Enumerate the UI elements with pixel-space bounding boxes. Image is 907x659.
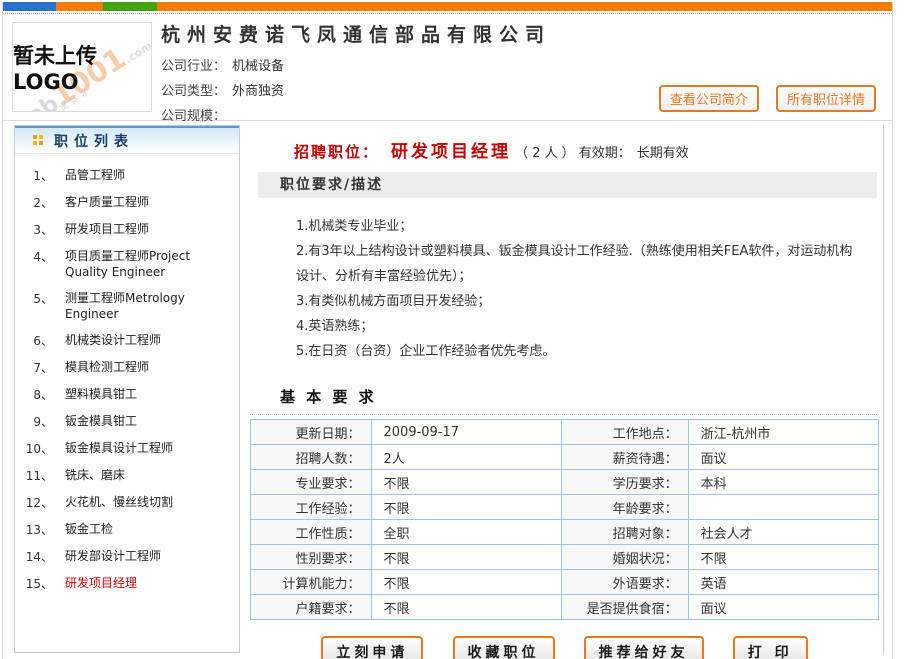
table-row: 招聘人数：2人 薪资待遇：面议 (251, 445, 879, 470)
job-link[interactable]: 钣金模具设计工程师 (65, 440, 173, 457)
orange-grid-icon (33, 135, 44, 146)
requirement-line: 2.有3年以上结构设计或塑料模具、钣金模具设计工作经验.（熟练使用相关FEA软件… (296, 239, 861, 289)
page-container: job1001.com 一览英才 暂未上传LOGO 杭州安费诺飞凤通信部品有限公… (2, 2, 893, 659)
job-link[interactable]: 研发项目工程师 (65, 221, 149, 238)
job-list-item-2: 2、客户质量工程师 (25, 194, 233, 211)
validity-value: 长期有效 (637, 146, 689, 161)
table-row: 专业要求：不限 学历要求：本科 (251, 470, 879, 495)
job-link[interactable]: 项目质量工程师Project Quality Engineer (65, 248, 233, 280)
requirements-list: 1.机械类专业毕业； 2.有3年以上结构设计或塑料模具、钣金模具设计工作经验.（… (296, 214, 861, 364)
view-company-profile-button[interactable]: 查看公司简介 (659, 85, 759, 112)
job-link[interactable]: 火花机、慢丝线切割 (65, 494, 173, 511)
job-link[interactable]: 钣金模具钳工 (65, 413, 137, 430)
accent-segment-orange-long (157, 2, 892, 11)
job-list-item-6: 6、机械类设计工程师 (25, 332, 233, 349)
accent-segment-blue (3, 2, 56, 11)
table-row: 计算机能力：不限 外语要求：英语 (251, 570, 879, 595)
print-button[interactable]: 打 印 (733, 636, 808, 659)
validity-label: 有效期： (579, 146, 631, 161)
job-list-item-7: 7、模具检测工程师 (25, 359, 233, 376)
accent-segment-green (103, 2, 157, 11)
requirement-line: 3.有类似机械方面项目开发经验； (296, 289, 861, 314)
requirement-line: 4.英语熟练； (296, 314, 861, 339)
company-industry-label: 公司行业： (161, 59, 226, 74)
company-size-label: 公司规模： (161, 109, 226, 124)
job-link[interactable]: 客户质量工程师 (65, 194, 149, 211)
job-title-row: 招聘职位： 研发项目经理 （ 2 人 ） 有效期： 长期有效 (294, 137, 879, 162)
requirement-line: 5.在日资（台资）企业工作经验者优先考虑。 (296, 339, 861, 364)
job-list-item-1: 1、品管工程师 (25, 167, 233, 184)
job-list-item-4: 4、项目质量工程师Project Quality Engineer (25, 248, 233, 280)
job-link[interactable]: 测量工程师Metrology Engineer (65, 290, 233, 322)
job-detail-panel: 招聘职位： 研发项目经理 （ 2 人 ） 有效期： 长期有效 职位要求/描述 1.机械类… (248, 125, 884, 655)
headcount: （ 2 人 ） (515, 146, 575, 161)
job-link[interactable]: 机械类设计工程师 (65, 332, 161, 349)
no-logo-text: 暂未上传LOGO (13, 40, 151, 94)
dotted-divider-basic (250, 412, 877, 415)
job-list: 1、品管工程师 2、客户质量工程师 3、研发项目工程师 4、项目质量工程师Pro… (15, 154, 239, 592)
action-buttons-row: 立刻申请 收藏职位 推荐给好友 打 印 (250, 636, 879, 659)
table-row: 更新日期：2009-09-17 工作地点：浙江-杭州市 (251, 420, 879, 445)
company-type-label: 公司类型： (161, 84, 226, 99)
basic-requirements-title: 基 本 要 求 (280, 386, 879, 407)
job-list-item-5: 5、测量工程师Metrology Engineer (25, 290, 233, 322)
recommend-friend-button[interactable]: 推荐给好友 (584, 636, 704, 659)
all-positions-detail-button[interactable]: 所有职位详情 (776, 85, 876, 112)
job-list-item-12: 12、火花机、慢丝线切割 (25, 494, 233, 511)
company-header: job1001.com 一览英才 暂未上传LOGO 杭州安费诺飞凤通信部品有限公… (3, 14, 892, 121)
job-list-item-3: 3、研发项目工程师 (25, 221, 233, 238)
job-list-item-11: 11、铣床、磨床 (25, 467, 233, 484)
job-link[interactable]: 铣床、磨床 (65, 467, 125, 484)
top-accent-bar (3, 2, 892, 11)
company-industry-row: 公司行业： 机械设备 (161, 54, 892, 79)
recruit-position-label: 招聘职位： (294, 143, 379, 161)
basic-requirements-table: 更新日期：2009-09-17 工作地点：浙江-杭州市 招聘人数：2人 薪资待遇… (250, 419, 879, 620)
company-logo-placeholder: job1001.com 一览英才 暂未上传LOGO (12, 22, 152, 112)
apply-now-button[interactable]: 立刻申请 (321, 636, 423, 659)
table-row: 工作性质：全职 招聘对象：社会人才 (251, 520, 879, 545)
job-link-current[interactable]: 研发项目经理 (65, 575, 137, 592)
job-list-item-8: 8、塑料模具钳工 (25, 386, 233, 403)
job-list-item-13: 13、钣金工检 (25, 521, 233, 538)
requirements-section-header: 职位要求/描述 (258, 172, 877, 198)
job-link[interactable]: 钣金工检 (65, 521, 113, 538)
company-name: 杭州安费诺飞凤通信部品有限公司 (161, 20, 892, 47)
company-industry-value: 机械设备 (232, 59, 284, 74)
accent-segment-orange (56, 2, 103, 11)
job-list-header: 职位列表 (15, 126, 239, 154)
job-list-item-10: 10、钣金模具设计工程师 (25, 440, 233, 457)
job-list-sidebar: 职位列表 1、品管工程师 2、客户质量工程师 3、研发项目工程师 4、项目质量工… (14, 125, 240, 653)
job-list-item-14: 14、研发部设计工程师 (25, 548, 233, 565)
job-link[interactable]: 模具检测工程师 (65, 359, 149, 376)
table-row: 户籍要求：不限 是否提供食宿：面议 (251, 595, 879, 620)
job-list-item-15-current: 15、研发项目经理 (25, 575, 233, 592)
job-link[interactable]: 研发部设计工程师 (65, 548, 161, 565)
job-title: 研发项目经理 (391, 142, 511, 162)
save-job-button[interactable]: 收藏职位 (453, 636, 555, 659)
table-row: 性别要求：不限 婚姻状况：不限 (251, 545, 879, 570)
job-list-title: 职位列表 (54, 131, 134, 151)
job-link[interactable]: 品管工程师 (65, 167, 125, 184)
job-list-item-9: 9、钣金模具钳工 (25, 413, 233, 430)
table-row: 工作经验：不限 年龄要求： (251, 495, 879, 520)
requirement-line: 1.机械类专业毕业； (296, 214, 861, 239)
company-type-value: 外商独资 (232, 84, 284, 99)
job-link[interactable]: 塑料模具钳工 (65, 386, 137, 403)
